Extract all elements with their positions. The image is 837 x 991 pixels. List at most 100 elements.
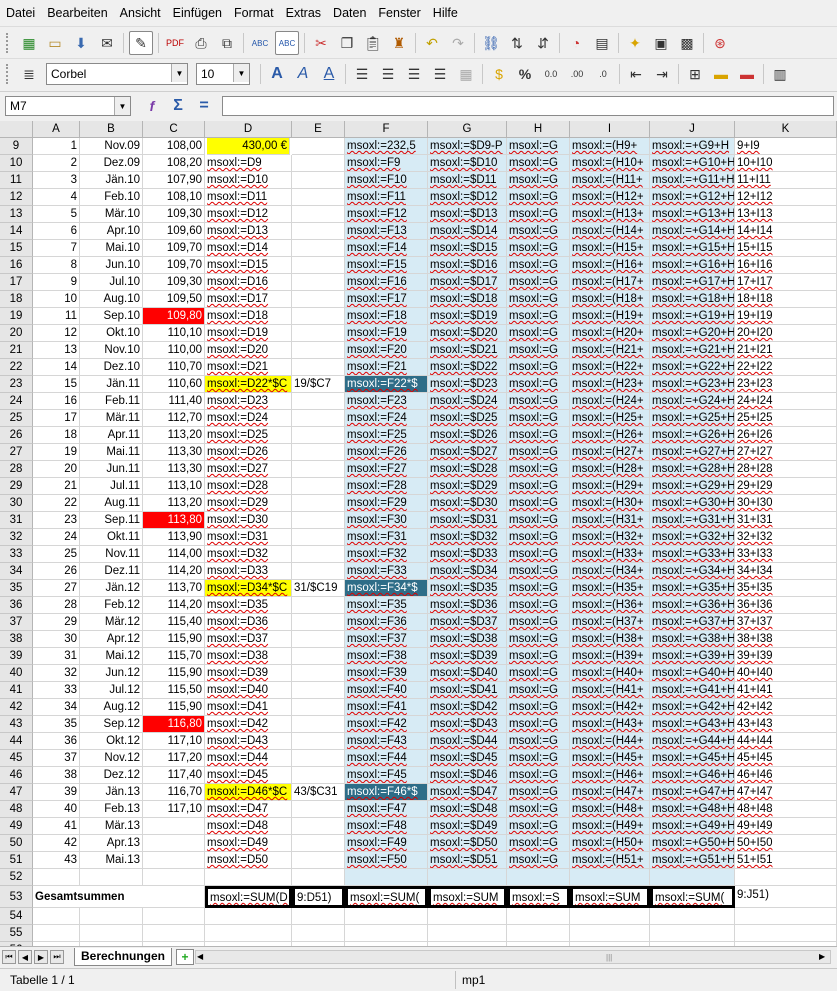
cell-f[interactable]: msoxl:=F32 bbox=[345, 546, 428, 563]
cell-h[interactable]: msoxl:=G bbox=[507, 495, 570, 512]
find-icon[interactable]: ✦ bbox=[624, 32, 646, 54]
cell-h[interactable]: msoxl:=G bbox=[507, 172, 570, 189]
undo-icon[interactable]: ↶ bbox=[421, 32, 443, 54]
cell-j[interactable]: msoxl:=+G13+H bbox=[650, 206, 735, 223]
currency-format-icon[interactable]: $ bbox=[488, 63, 510, 85]
cell-d[interactable]: msoxl:=D23 bbox=[205, 393, 292, 410]
cell-d[interactable]: msoxl:=D28 bbox=[205, 478, 292, 495]
menu-item-0[interactable]: Datei bbox=[0, 6, 41, 20]
cell-f[interactable]: msoxl:=F48 bbox=[345, 818, 428, 835]
cell-i[interactable]: msoxl:=(H22+ bbox=[570, 359, 650, 376]
cell-c[interactable]: 115,70 bbox=[143, 648, 205, 665]
cell-i[interactable]: msoxl:=(H48+ bbox=[570, 801, 650, 818]
formula-input[interactable] bbox=[222, 96, 834, 116]
cell-j[interactable]: msoxl:=+G47+H bbox=[650, 784, 735, 801]
cell-j[interactable]: msoxl:=+G32+H bbox=[650, 529, 735, 546]
row-header[interactable]: 42 bbox=[0, 699, 33, 716]
cell-a[interactable]: 13 bbox=[33, 342, 80, 359]
cell-i[interactable]: msoxl:=(H14+ bbox=[570, 223, 650, 240]
cell-f[interactable]: msoxl:=F12 bbox=[345, 206, 428, 223]
row-header[interactable]: 22 bbox=[0, 359, 33, 376]
chevron-down-icon[interactable]: ▼ bbox=[171, 64, 187, 82]
empty-cell[interactable] bbox=[33, 925, 80, 942]
row-header[interactable]: 23 bbox=[0, 376, 33, 393]
empty-cell[interactable] bbox=[650, 925, 735, 942]
cell-j[interactable]: msoxl:=+G44+H bbox=[650, 733, 735, 750]
cell-a[interactable]: 11 bbox=[33, 308, 80, 325]
cell-f[interactable]: msoxl:=F36 bbox=[345, 614, 428, 631]
cell-j[interactable]: msoxl:=+G14+H bbox=[650, 223, 735, 240]
cell-h[interactable]: msoxl:=G bbox=[507, 410, 570, 427]
empty-cell[interactable] bbox=[428, 908, 507, 925]
cell-a[interactable]: 20 bbox=[33, 461, 80, 478]
cell-k[interactable]: 42+I42 bbox=[735, 699, 837, 716]
open-folder-icon[interactable]: ▭ bbox=[44, 32, 66, 54]
align-center-icon[interactable]: ☰ bbox=[377, 63, 399, 85]
cell-b[interactable]: Mai.12 bbox=[80, 648, 143, 665]
sort-ascending-icon[interactable]: ⇅ bbox=[506, 32, 528, 54]
cell-d[interactable]: msoxl:=D26 bbox=[205, 444, 292, 461]
empty-cell[interactable] bbox=[80, 925, 143, 942]
cell-g[interactable]: msoxl:=$D30 bbox=[428, 495, 507, 512]
menu-item-5[interactable]: Extras bbox=[280, 6, 327, 20]
cell-h[interactable]: msoxl:=G bbox=[507, 614, 570, 631]
cell-i[interactable]: msoxl:=(H42+ bbox=[570, 699, 650, 716]
cell-a[interactable]: 25 bbox=[33, 546, 80, 563]
cell-d[interactable]: msoxl:=D27 bbox=[205, 461, 292, 478]
cell-h[interactable]: msoxl:=G bbox=[507, 529, 570, 546]
cell-b[interactable]: Jän.10 bbox=[80, 172, 143, 189]
cell-b[interactable]: Dez.12 bbox=[80, 767, 143, 784]
cell-b[interactable]: Mär.12 bbox=[80, 614, 143, 631]
row-header[interactable]: 41 bbox=[0, 682, 33, 699]
cell-i[interactable]: msoxl:=(H47+ bbox=[570, 784, 650, 801]
cell-j[interactable]: msoxl:=+G21+H bbox=[650, 342, 735, 359]
cell-b[interactable]: Jun.10 bbox=[80, 257, 143, 274]
cell-c[interactable]: 109,50 bbox=[143, 291, 205, 308]
cell-f[interactable]: msoxl:=F27 bbox=[345, 461, 428, 478]
cell-k[interactable]: 25+I25 bbox=[735, 410, 837, 427]
cell-g[interactable]: msoxl:=$D44 bbox=[428, 733, 507, 750]
cell-k[interactable]: 48+I48 bbox=[735, 801, 837, 818]
cell-a[interactable]: 19 bbox=[33, 444, 80, 461]
totals-cell-h[interactable]: msoxl:=S bbox=[507, 886, 570, 908]
cell-a[interactable]: 2 bbox=[33, 155, 80, 172]
align-right-icon[interactable]: ☰ bbox=[403, 63, 425, 85]
chevron-down-icon[interactable]: ▼ bbox=[233, 64, 249, 82]
equals-icon[interactable]: = bbox=[193, 95, 215, 117]
cell-b[interactable]: Feb.10 bbox=[80, 189, 143, 206]
cell-k[interactable]: 32+I32 bbox=[735, 529, 837, 546]
cell-g[interactable]: msoxl:=$D9-P bbox=[428, 138, 507, 155]
cell-a[interactable]: 17 bbox=[33, 410, 80, 427]
cell-a[interactable]: 32 bbox=[33, 665, 80, 682]
column-header[interactable]: B bbox=[80, 121, 143, 138]
cell-b[interactable]: Nov.11 bbox=[80, 546, 143, 563]
cell-d[interactable]: msoxl:=D15 bbox=[205, 257, 292, 274]
cell-f[interactable]: msoxl:=F10 bbox=[345, 172, 428, 189]
cell-e[interactable] bbox=[292, 597, 345, 614]
cell-g[interactable]: msoxl:=$D34 bbox=[428, 563, 507, 580]
cell-j[interactable]: msoxl:=+G34+H bbox=[650, 563, 735, 580]
cell-e[interactable] bbox=[292, 682, 345, 699]
cell-h[interactable]: msoxl:=G bbox=[507, 427, 570, 444]
cell-e[interactable] bbox=[292, 461, 345, 478]
row-header[interactable]: 27 bbox=[0, 444, 33, 461]
row-header[interactable]: 15 bbox=[0, 240, 33, 257]
cell-b[interactable]: Nov.10 bbox=[80, 342, 143, 359]
cell-j[interactable]: msoxl:=+G31+H bbox=[650, 512, 735, 529]
cell-g[interactable]: msoxl:=$D32 bbox=[428, 529, 507, 546]
cell-j[interactable]: msoxl:=+G9+H bbox=[650, 138, 735, 155]
cell-a[interactable]: 31 bbox=[33, 648, 80, 665]
cell-g[interactable]: msoxl:=$D12 bbox=[428, 189, 507, 206]
row-header[interactable]: 11 bbox=[0, 172, 33, 189]
cell-h[interactable]: msoxl:=G bbox=[507, 257, 570, 274]
cell-d[interactable]: msoxl:=D18 bbox=[205, 308, 292, 325]
cell-a[interactable]: 5 bbox=[33, 206, 80, 223]
cell-c[interactable]: 110,70 bbox=[143, 359, 205, 376]
column-header[interactable]: K bbox=[735, 121, 837, 138]
cell-e[interactable] bbox=[292, 240, 345, 257]
scrollbar-thumb-grip[interactable]: ||| bbox=[606, 953, 612, 962]
empty-cell[interactable] bbox=[205, 869, 292, 886]
cell-k[interactable]: 33+I33 bbox=[735, 546, 837, 563]
column-header[interactable]: G bbox=[428, 121, 507, 138]
prev-sheet-icon[interactable]: ◀ bbox=[18, 950, 32, 964]
